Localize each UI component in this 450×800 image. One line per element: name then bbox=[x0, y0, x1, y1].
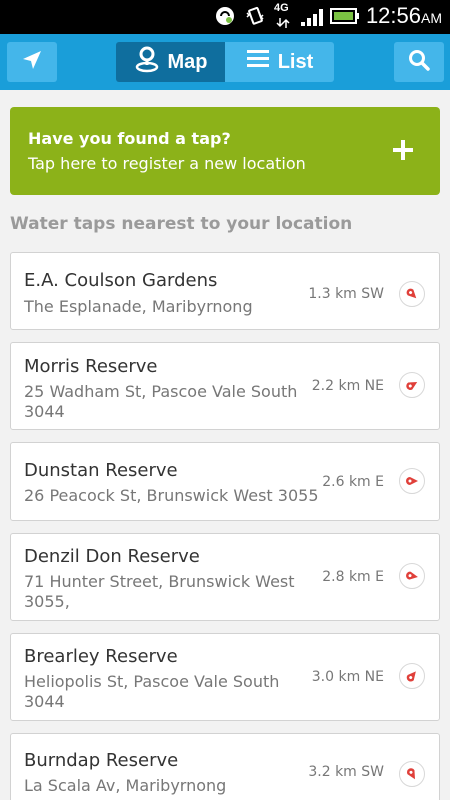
tap-name: E.A. Coulson Gardens bbox=[24, 270, 218, 291]
add-tap-button[interactable]: Have you found a tap? Tap here to regist… bbox=[10, 107, 440, 195]
tap-address: 71 Hunter Street, Brunswick West 3055, bbox=[24, 572, 295, 611]
list-tab-label: List bbox=[277, 50, 314, 73]
tap-name: Brearley Reserve bbox=[24, 646, 178, 667]
data-arrows-icon bbox=[276, 15, 290, 34]
search-icon bbox=[408, 49, 430, 75]
map-pin-icon bbox=[134, 45, 160, 79]
tap-address: The Esplanade, Maribyrnong bbox=[24, 297, 253, 316]
direction-pointer-icon bbox=[399, 563, 425, 589]
section-title: Water taps nearest to your location bbox=[10, 214, 353, 234]
list-item[interactable]: Brearley Reserve Heliopolis St, Pascoe V… bbox=[10, 633, 440, 721]
main-content: Have you found a tap? Tap here to regist… bbox=[0, 90, 450, 800]
status-time: 12:56AM bbox=[365, 3, 442, 28]
tap-distance: 2.8 km E bbox=[322, 569, 384, 585]
tap-name: Burndap Reserve bbox=[24, 750, 179, 771]
vibrate-icon bbox=[244, 5, 266, 31]
direction-pointer-icon bbox=[399, 281, 425, 307]
map-tab-label: Map bbox=[167, 50, 208, 73]
location-arrow-icon bbox=[21, 49, 43, 75]
tap-distance: 3.0 km NE bbox=[311, 669, 384, 685]
tap-address: Heliopolis St, Pascoe Vale South 3044 bbox=[24, 672, 280, 711]
tap-distance: 2.6 km E bbox=[322, 474, 384, 490]
tap-distance: 2.2 km NE bbox=[311, 378, 384, 394]
list-item[interactable]: Denzil Don Reserve 71 Hunter Street, Bru… bbox=[10, 533, 440, 621]
add-tap-subtitle: Tap here to register a new location bbox=[28, 154, 306, 173]
plus-icon bbox=[388, 135, 418, 165]
direction-pointer-icon bbox=[399, 468, 425, 494]
sync-icon bbox=[214, 5, 236, 31]
list-item[interactable]: Burndap Reserve La Scala Av, Maribyrnong… bbox=[10, 733, 440, 800]
list-item[interactable]: Dunstan Reserve 26 Peacock St, Brunswick… bbox=[10, 442, 440, 521]
tap-address: 26 Peacock St, Brunswick West 3055 bbox=[24, 486, 319, 505]
direction-pointer-icon bbox=[399, 372, 425, 398]
tap-distance: 1.3 km SW bbox=[308, 286, 384, 302]
view-switcher: Map List bbox=[116, 42, 334, 82]
tap-address: 25 Wadham St, Pascoe Vale South 3044 bbox=[24, 382, 298, 421]
app-bar: Map List bbox=[0, 34, 450, 90]
list-item[interactable]: E.A. Coulson Gardens The Esplanade, Mari… bbox=[10, 252, 440, 330]
direction-pointer-icon bbox=[399, 663, 425, 689]
status-bar: 4G 12:56AM bbox=[0, 0, 450, 34]
tap-name: Dunstan Reserve bbox=[24, 460, 178, 481]
search-button[interactable] bbox=[394, 42, 444, 82]
signal-icon bbox=[300, 5, 328, 31]
tap-distance: 3.2 km SW bbox=[308, 764, 384, 780]
list-item[interactable]: Morris Reserve 25 Wadham St, Pascoe Vale… bbox=[10, 342, 440, 430]
network-type-label: 4G bbox=[274, 2, 289, 14]
map-tab[interactable]: Map bbox=[116, 42, 225, 82]
battery-icon bbox=[330, 5, 360, 31]
tap-name: Denzil Don Reserve bbox=[24, 546, 200, 567]
locate-button[interactable] bbox=[7, 42, 57, 82]
tap-name: Morris Reserve bbox=[24, 356, 158, 377]
list-icon bbox=[246, 48, 270, 76]
direction-pointer-icon bbox=[399, 761, 425, 787]
tap-address: La Scala Av, Maribyrnong bbox=[24, 776, 227, 795]
list-tab[interactable]: List bbox=[225, 42, 334, 82]
add-tap-title: Have you found a tap? bbox=[28, 129, 231, 148]
